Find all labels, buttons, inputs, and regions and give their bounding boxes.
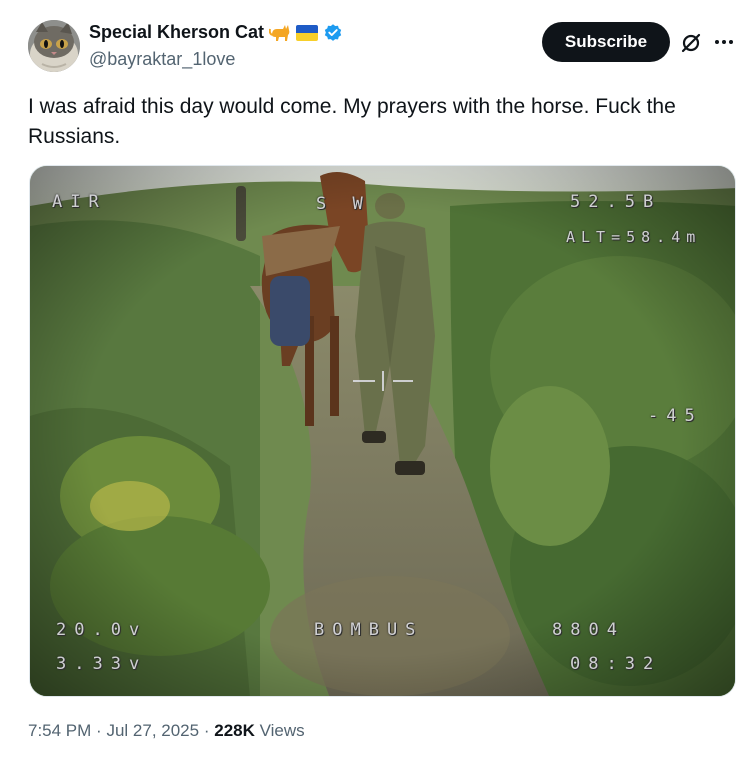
tweet-time[interactable]: 7:54 PM: [28, 721, 91, 740]
author-display-name[interactable]: Special Kherson Cat: [89, 22, 264, 43]
osd-battery-voltage: 20.0v: [56, 620, 148, 640]
cat-avatar-icon: [28, 20, 80, 72]
author-handle[interactable]: @bayraktar_1love: [89, 49, 235, 70]
osd-cell-voltage: 3.33v: [56, 654, 148, 674]
meta-separator: ·: [203, 721, 210, 740]
tweet-text: I was afraid this day would come. My pra…: [28, 95, 676, 148]
tweet-media[interactable]: AIR S W 52.5B ALT=58.4m -45 20.0v 3.33v …: [29, 165, 736, 697]
verified-badge-icon[interactable]: [323, 23, 343, 43]
views-count[interactable]: 228K: [214, 721, 255, 740]
tweet-card: Special Kherson Cat @bayraktar_1love Sub…: [0, 0, 754, 765]
ukraine-flag-icon: [296, 24, 319, 41]
avatar[interactable]: [28, 20, 80, 72]
grok-icon[interactable]: [680, 32, 702, 54]
osd-mah: 8804: [552, 620, 625, 640]
osd-alt-top: 52.5B: [570, 192, 662, 212]
tweet-date[interactable]: Jul 27, 2025: [106, 721, 199, 740]
tweet-meta: 7:54 PM · Jul 27, 2025 · 228K Views: [28, 721, 305, 741]
more-options-icon[interactable]: [712, 30, 736, 54]
osd-craft-name: BOMBUS: [314, 620, 424, 640]
osd-sw: S W: [316, 194, 371, 214]
osd-pitch: -45: [648, 406, 703, 426]
osd-flight-time: 08:32: [570, 654, 662, 674]
meta-separator: ·: [96, 721, 102, 740]
views-label: Views: [259, 721, 305, 740]
subscribe-button[interactable]: Subscribe: [542, 22, 670, 62]
osd-air: AIR: [52, 192, 107, 212]
osd-altitude: ALT=58.4m: [566, 228, 702, 246]
author-name-row[interactable]: Special Kherson Cat: [89, 22, 343, 43]
cat-emoji-icon: [269, 23, 291, 43]
